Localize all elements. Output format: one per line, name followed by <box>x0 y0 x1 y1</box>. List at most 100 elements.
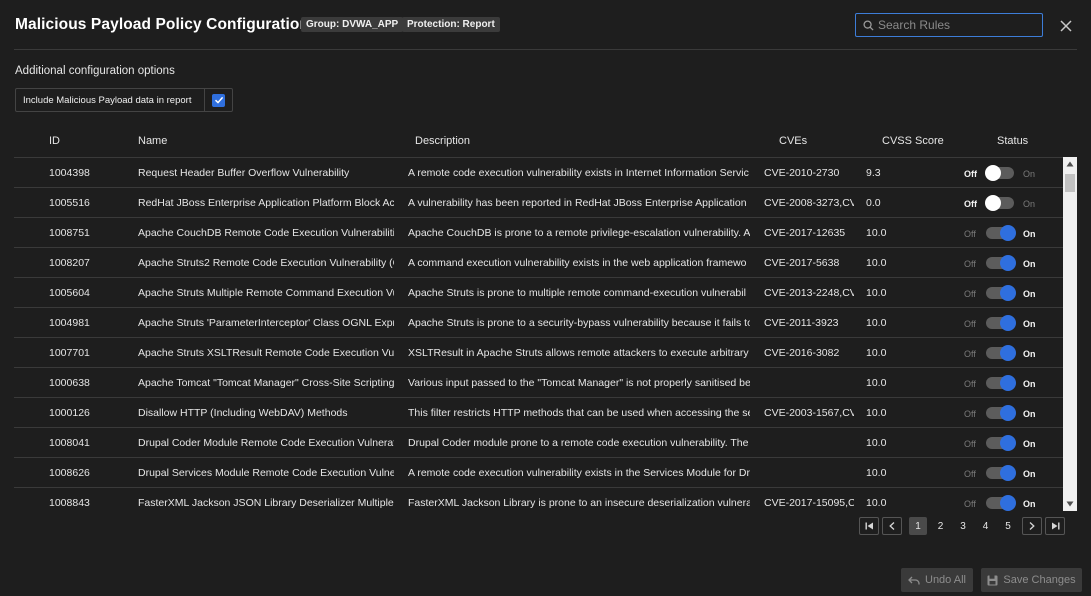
table-row[interactable]: 1000638 Apache Tomcat "Tomcat Manager" Cr… <box>14 367 1063 397</box>
status-toggle[interactable] <box>986 225 1016 241</box>
status-toggle[interactable] <box>986 255 1016 271</box>
status-off-label: Off <box>964 319 976 329</box>
rule-cvss-score: 10.0 <box>866 227 887 239</box>
page-1-button[interactable]: 1 <box>909 517 927 535</box>
status-toggle[interactable] <box>986 495 1016 511</box>
rule-description: XSLTResult in Apache Struts allows remot… <box>408 347 750 359</box>
table-row[interactable]: 1004981 Apache Struts 'ParameterIntercept… <box>14 307 1063 337</box>
last-page-button[interactable] <box>1045 517 1065 535</box>
rule-name: Apache Struts2 Remote Code Execution Vul… <box>138 257 394 269</box>
status-on-label: On <box>1023 349 1036 359</box>
rule-name: Drupal Services Module Remote Code Execu… <box>138 467 394 479</box>
include-payload-option[interactable]: Include Malicious Payload data in report <box>15 88 233 112</box>
search-input[interactable] <box>878 18 1038 32</box>
status-toggle[interactable] <box>985 195 1014 211</box>
column-header-description[interactable]: Description <box>415 135 470 147</box>
search-box[interactable] <box>855 13 1043 37</box>
table-row[interactable]: 1004398 Request Header Buffer Overflow Vu… <box>14 157 1063 187</box>
include-payload-label: Include Malicious Payload data in report <box>23 94 192 106</box>
status-toggle[interactable] <box>986 465 1016 481</box>
table-row[interactable]: 1008843 FasterXML Jackson JSON Library De… <box>14 487 1063 511</box>
page-3-button[interactable]: 3 <box>954 517 972 535</box>
status-on-label: On <box>1023 439 1036 449</box>
table-row[interactable]: 1008041 Drupal Coder Module Remote Code E… <box>14 427 1063 457</box>
status-toggle[interactable] <box>986 315 1016 331</box>
rule-name: Apache Struts Multiple Remote Command Ex… <box>138 287 394 299</box>
rule-description: A command execution vulnerability exists… <box>408 257 747 269</box>
column-header-cves[interactable]: CVEs <box>779 135 807 147</box>
rule-name: RedHat JBoss Enterprise Application Plat… <box>138 197 394 209</box>
status-on-label: On <box>1023 409 1036 419</box>
column-header-id[interactable]: ID <box>49 135 60 147</box>
rule-cvss-score: 10.0 <box>866 347 887 359</box>
rule-description: A vulnerability has been reported in Red… <box>408 197 750 209</box>
rule-status: Off On <box>959 164 1049 182</box>
rules-table-body: 1004398 Request Header Buffer Overflow Vu… <box>14 157 1063 511</box>
include-payload-checkbox-wrap[interactable] <box>204 89 232 111</box>
scroll-up-button[interactable] <box>1063 157 1077 171</box>
close-button[interactable] <box>1058 18 1074 34</box>
table-row[interactable]: 1005516 RedHat JBoss Enterprise Applicati… <box>14 187 1063 217</box>
rule-description: Various input passed to the "Tomcat Mana… <box>408 377 750 389</box>
status-toggle[interactable] <box>986 435 1016 451</box>
chevron-left-icon <box>889 522 895 530</box>
undo-all-button[interactable]: Undo All <box>901 568 973 592</box>
include-payload-checkbox[interactable] <box>212 93 226 107</box>
rule-cves: CVE-2017-5638 <box>764 257 840 269</box>
table-row[interactable]: 1008751 Apache CouchDB Remote Code Execut… <box>14 217 1063 247</box>
toggle-knob <box>1000 465 1016 481</box>
pagination: 12345 <box>859 517 1067 535</box>
status-toggle[interactable] <box>985 165 1014 181</box>
status-toggle[interactable] <box>986 375 1016 391</box>
table-row[interactable]: 1000126 Disallow HTTP (Including WebDAV) … <box>14 397 1063 427</box>
table-row[interactable]: 1008626 Drupal Services Module Remote Cod… <box>14 457 1063 487</box>
rule-description: A remote code execution vulnerability ex… <box>408 167 749 179</box>
rule-name: Apache Tomcat "Tomcat Manager" Cross-Sit… <box>138 377 394 389</box>
page-5-button[interactable]: 5 <box>999 517 1017 535</box>
arrow-up-icon <box>1066 161 1074 167</box>
rule-status: Off On <box>959 194 1049 212</box>
column-header-cvss[interactable]: CVSS Score <box>882 135 944 147</box>
rule-id: 1004981 <box>49 317 90 329</box>
status-off-label: Off <box>964 229 976 239</box>
save-changes-label: Save Changes <box>1003 574 1076 586</box>
status-off-label: Off <box>964 169 977 179</box>
toggle-knob <box>985 195 1001 211</box>
rule-status: Off On <box>959 344 1049 362</box>
status-toggle[interactable] <box>986 285 1016 301</box>
rule-cves: CVE-2017-12635 <box>764 227 846 239</box>
status-on-label: On <box>1023 289 1036 299</box>
status-on-label: On <box>1023 379 1036 389</box>
rule-cvss-score: 10.0 <box>866 257 887 269</box>
rule-cves: CVE-2003-1567,CV <box>764 407 854 419</box>
status-toggle[interactable] <box>986 345 1016 361</box>
rule-cvss-score: 10.0 <box>866 467 887 479</box>
last-page-icon <box>1051 522 1059 530</box>
table-row[interactable]: 1008207 Apache Struts2 Remote Code Execut… <box>14 247 1063 277</box>
table-row[interactable]: 1005604 Apache Struts Multiple Remote Com… <box>14 277 1063 307</box>
prev-page-button[interactable] <box>882 517 902 535</box>
rule-description: FasterXML Jackson Library is prone to an… <box>408 497 750 509</box>
table-row[interactable]: 1007701 Apache Struts XSLTResult Remote C… <box>14 337 1063 367</box>
scroll-down-button[interactable] <box>1063 497 1077 511</box>
column-header-name[interactable]: Name <box>138 135 167 147</box>
rule-cvss-score: 10.0 <box>866 287 887 299</box>
next-page-button[interactable] <box>1022 517 1042 535</box>
rule-name: Drupal Coder Module Remote Code Executio… <box>138 437 394 449</box>
status-off-label: Off <box>964 349 976 359</box>
chevron-right-icon <box>1029 522 1035 530</box>
status-on-label: On <box>1023 229 1036 239</box>
scroll-thumb[interactable] <box>1065 174 1075 192</box>
status-toggle[interactable] <box>986 405 1016 421</box>
first-page-button[interactable] <box>859 517 879 535</box>
save-changes-button[interactable]: Save Changes <box>981 568 1082 592</box>
page-2-button[interactable]: 2 <box>932 517 950 535</box>
first-page-icon <box>865 522 873 530</box>
table-scrollbar[interactable] <box>1063 157 1077 511</box>
rule-cvss-score: 0.0 <box>866 197 881 209</box>
rule-cvss-score: 10.0 <box>866 437 887 449</box>
rule-cves: CVE-2017-15095,C <box>764 497 854 509</box>
payload-policy-modal: Malicious Payload Policy Configuration G… <box>0 0 1091 596</box>
column-header-status[interactable]: Status <box>997 135 1028 147</box>
page-4-button[interactable]: 4 <box>977 517 995 535</box>
